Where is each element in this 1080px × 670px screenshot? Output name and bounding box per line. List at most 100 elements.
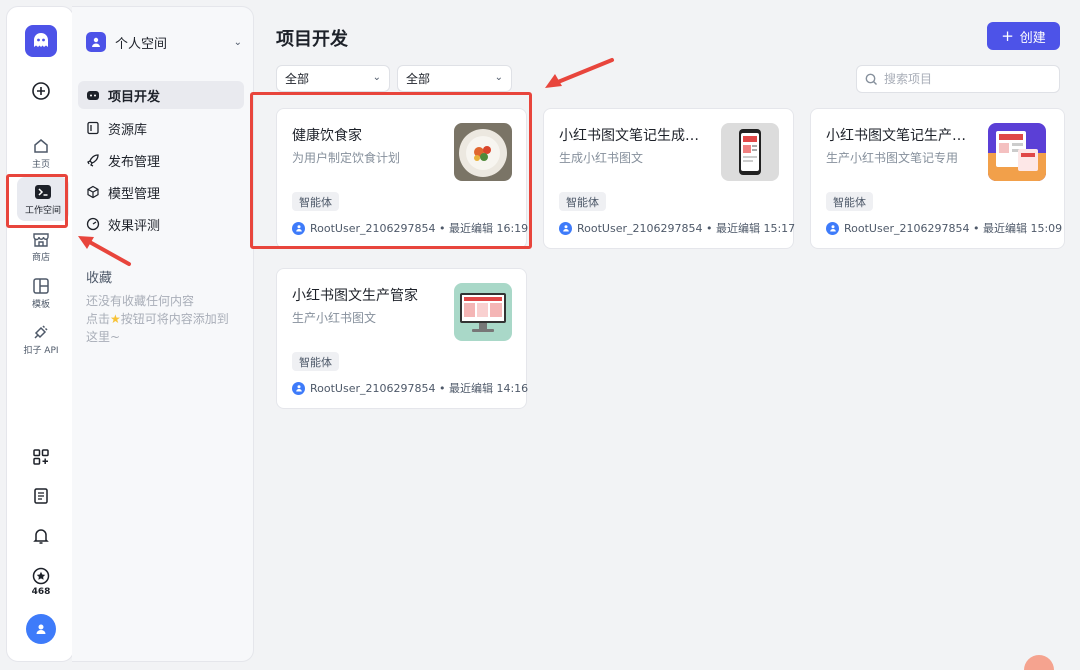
nav-project-dev[interactable]: 项目开发 [78, 81, 244, 109]
rail-notifications[interactable] [7, 527, 75, 545]
nav-label: 模型管理 [108, 186, 161, 202]
annotation-arrow-icon [78, 236, 131, 266]
rail-home-label: 主页 [31, 160, 50, 170]
card-meta: RootUser_2106297854 • 最近编辑 15:09 [826, 220, 1062, 236]
star-count: 468 [31, 587, 51, 597]
user-avatar-icon [826, 221, 839, 235]
nav-library[interactable]: 资源库 [78, 114, 244, 142]
filter-owner-select[interactable]: 全部 ⌄ [397, 65, 512, 92]
document-icon [34, 488, 48, 504]
rail-store-label: 商店 [31, 253, 50, 263]
card-tag: 智能体 [559, 192, 606, 211]
template-icon [33, 278, 49, 294]
user-avatar-icon [292, 381, 305, 395]
card-meta: RootUser_2106297854 • 最近编辑 14:16 [292, 380, 528, 396]
star-icon: ★ [110, 312, 121, 326]
user-avatar-icon [559, 221, 572, 235]
annotation-highlight-box [6, 174, 68, 228]
plus-icon: + [1001, 27, 1014, 45]
nav-label: 资源库 [108, 122, 148, 138]
user-icon [36, 624, 46, 634]
project-card[interactable]: 小红书图文生产管家 生产小红书图文 智能体 RootUser_210629785… [276, 268, 528, 409]
project-card[interactable]: 小红书图文笔记生成… 生成小红书图文 智能体 RootUser_21062978… [543, 108, 795, 249]
app-logo[interactable] [25, 25, 57, 57]
add-button[interactable] [7, 81, 75, 101]
card-edited: 最近编辑 15:09 [982, 222, 1063, 235]
rail-templates[interactable]: 模板 [7, 277, 75, 310]
rail-home[interactable]: 主页 [7, 137, 75, 170]
card-title: 小红书图文笔记生成… [559, 128, 699, 144]
card-edited: 最近编辑 15:17 [715, 222, 796, 235]
favorites-empty-post: 按钮可将内容添加到 [120, 312, 229, 326]
card-title: 小红书图文笔记生产… [826, 128, 966, 144]
favorites-empty-text: 还没有收藏任何内容 点击★按钮可将内容添加到 这里~ [86, 292, 246, 346]
rail-favorites[interactable]: 468 [7, 567, 75, 597]
filter-type-select[interactable]: 全部 ⌄ [276, 65, 390, 92]
nav-models[interactable]: 模型管理 [78, 178, 244, 206]
rail-apps[interactable] [7, 448, 75, 466]
mascot-icon[interactable] [1024, 655, 1054, 670]
card-tag: 智能体 [826, 192, 873, 211]
rail-docs[interactable] [7, 487, 75, 505]
workspace-name: 个人空间 [115, 36, 168, 52]
card-desc: 生产小红书图文笔记专用 [826, 151, 959, 165]
favorites-empty-pre: 点击 [86, 312, 111, 326]
workspace-avatar [86, 32, 106, 52]
search-box [856, 65, 1060, 93]
card-thumbnail [454, 283, 512, 341]
annotation-highlight-box [250, 92, 532, 249]
workspace-sidebar: 个人空间 ⌄ 项目开发 资源库 发布管理 模型管理 效果评测 收藏 还没有收藏任… [72, 6, 254, 662]
bell-icon [33, 529, 49, 544]
chevron-down-icon: ⌄ [233, 36, 242, 48]
create-button[interactable]: + 创建 [987, 22, 1060, 50]
library-icon [86, 121, 100, 135]
apps-grid-icon [33, 449, 49, 465]
user-avatar[interactable] [26, 614, 56, 644]
card-desc: 生成小红书图文 [559, 151, 644, 165]
search-input[interactable] [884, 72, 1044, 86]
store-icon [33, 233, 49, 247]
home-icon [34, 139, 48, 153]
nav-label: 项目开发 [108, 89, 161, 105]
search-icon [865, 73, 877, 85]
nav-label: 发布管理 [108, 154, 161, 170]
nav-label: 效果评测 [108, 218, 161, 234]
filter-owner-value: 全部 [406, 72, 431, 86]
rail-api[interactable]: 扣子 API [7, 323, 75, 356]
project-card[interactable]: 小红书图文笔记生产… 生产小红书图文笔记专用 智能体 RootUser_2106… [810, 108, 1065, 249]
card-tag: 智能体 [292, 352, 339, 371]
create-label: 创建 [1019, 30, 1046, 46]
rocket-icon [86, 153, 100, 167]
card-thumbnail [988, 123, 1046, 181]
plus-circle-icon [32, 82, 50, 100]
workspace-selector[interactable]: 个人空间 ⌄ [86, 29, 242, 55]
rail-templates-label: 模板 [31, 300, 50, 310]
user-icon [92, 37, 100, 47]
gauge-icon [86, 217, 100, 231]
card-user: RootUser_2106297854 [310, 381, 436, 395]
filter-type-value: 全部 [285, 72, 310, 86]
annotation-arrow-icon [545, 58, 614, 88]
cube-icon [86, 185, 100, 199]
card-user: RootUser_2106297854 [844, 221, 970, 235]
chevron-down-icon: ⌄ [494, 72, 503, 83]
card-desc: 生产小红书图文 [292, 311, 377, 325]
page-title: 项目开发 [276, 29, 348, 50]
bot-icon [86, 88, 100, 102]
ghost-logo-icon [34, 33, 48, 47]
card-thumbnail [721, 123, 779, 181]
nav-publish[interactable]: 发布管理 [78, 146, 244, 174]
star-circle-icon [32, 567, 50, 585]
favorites-title: 收藏 [86, 271, 113, 286]
card-user: RootUser_2106297854 [577, 221, 703, 235]
card-edited: 最近编辑 14:16 [448, 382, 529, 395]
plug-icon [34, 325, 48, 339]
chevron-down-icon: ⌄ [372, 72, 381, 83]
icon-rail: 主页 工作空间 商店 模板 扣子 API 468 [6, 6, 74, 662]
card-meta: RootUser_2106297854 • 最近编辑 15:17 [559, 220, 795, 236]
favorites-empty-line: 点击★按钮可将内容添加到 [86, 310, 246, 328]
rail-store[interactable]: 商店 [7, 230, 75, 263]
rail-api-label: 扣子 API [23, 346, 59, 356]
card-title: 小红书图文生产管家 [292, 288, 418, 304]
favorites-empty-line: 还没有收藏任何内容 [86, 294, 195, 308]
